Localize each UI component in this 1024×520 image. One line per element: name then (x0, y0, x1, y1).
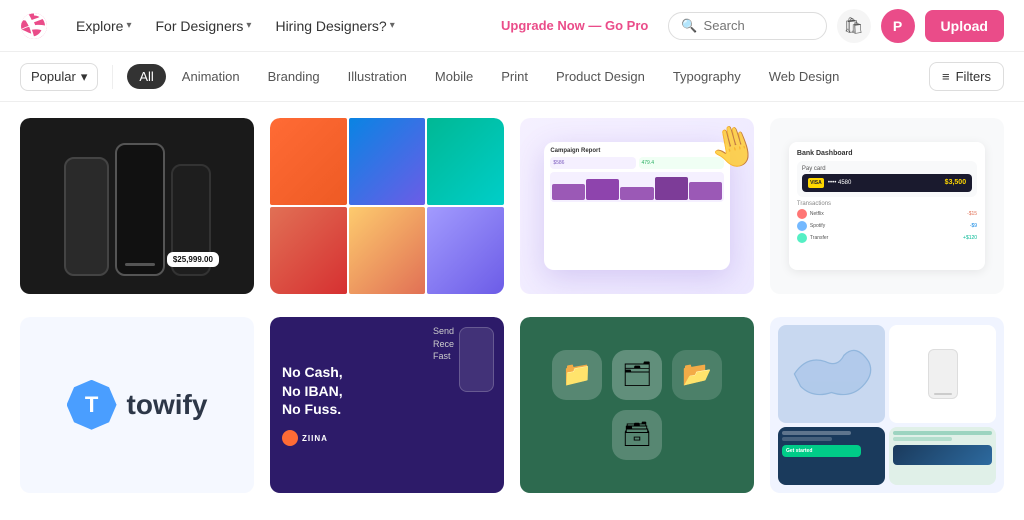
card-netguru[interactable]: Get started N Netguru TEAM 💬 (770, 317, 1004, 500)
card-info: B Balkan Brothers TEAM 💬 2 ♥ 165 (270, 493, 504, 501)
header-right: Upgrade Now — Go Pro 🔍 🛍 P Upload (491, 9, 1004, 43)
card-thumbnail: T towify (20, 317, 254, 493)
card-info: N Netguru TEAM 💬 10 ♥ 187 (770, 493, 1004, 501)
card-info: C Cuberto TEAM 💬 23 ♥ 352 (20, 294, 254, 302)
card-thumbnail: Bank Dashboard Pay card VISA •••• 4580 $… (770, 118, 1004, 294)
shots-grid: $25,999.00 C Cuberto TEAM 💬 23 ♥ 352 (0, 102, 1024, 516)
logo[interactable] (20, 12, 48, 40)
card-info: S Sunday TEAM 💬 11 ♥ 212 (770, 294, 1004, 302)
tag-product-design[interactable]: Product Design (544, 64, 657, 89)
tag-print[interactable]: Print (489, 64, 540, 89)
main-header: Explore ▾ For Designers ▾ Hiring Designe… (0, 0, 1024, 52)
filter-bar: Popular ▾ All Animation Branding Illustr… (0, 52, 1024, 102)
avatar[interactable]: P (881, 9, 915, 43)
tag-animation[interactable]: Animation (170, 64, 252, 89)
main-nav: Explore ▾ For Designers ▾ Hiring Designe… (66, 12, 405, 40)
card-info: F Focus Lab TEAM 💬 1 ♥ 139 (270, 294, 504, 302)
search-icon: 🔍 (681, 18, 697, 34)
search-input[interactable] (704, 18, 814, 33)
filter-icon: ≡ (942, 69, 950, 84)
card-ui8[interactable]: Campaign Report $586 479.4 🤚 (520, 118, 754, 301)
tag-branding[interactable]: Branding (256, 64, 332, 89)
card-info: U UI8 TEAM 💬 16 ♥ 404 (520, 294, 754, 302)
filter-tags: All Animation Branding Illustration Mobi… (127, 64, 921, 89)
upgrade-button[interactable]: Upgrade Now — Go Pro (491, 12, 658, 39)
card-focuslab[interactable]: F Focus Lab TEAM 💬 1 ♥ 139 (270, 118, 504, 301)
card-cuberto[interactable]: $25,999.00 C Cuberto TEAM 💬 23 ♥ 352 (20, 118, 254, 301)
dribbble-logo-icon (20, 12, 48, 40)
card-thumbnail: No Cash,No IBAN,No Fuss. ZIINA SendReceF… (270, 317, 504, 493)
card-info: D Dmitry Lepisov PRO 💬 7 ♥ 164 (20, 493, 254, 501)
tag-mobile[interactable]: Mobile (423, 64, 485, 89)
card-thumbnail (270, 118, 504, 294)
nav-explore[interactable]: Explore ▾ (66, 12, 142, 40)
card-sunday[interactable]: Bank Dashboard Pay card VISA •••• 4580 $… (770, 118, 1004, 301)
card-paperpillar[interactable]: 📁 🗂 📂 🗃 P Paperpillar TEAM 💬 12 ♥ (520, 317, 754, 500)
chevron-down-icon: ▾ (246, 20, 251, 31)
popular-select[interactable]: Popular ▾ (20, 63, 98, 91)
tag-illustration[interactable]: Illustration (336, 64, 419, 89)
bell-icon: 🛍 (843, 16, 863, 36)
card-ziina[interactable]: No Cash,No IBAN,No Fuss. ZIINA SendReceF… (270, 317, 504, 500)
nav-for-designers[interactable]: For Designers ▾ (146, 12, 262, 40)
tag-typography[interactable]: Typography (661, 64, 753, 89)
chevron-down-icon: ▾ (390, 20, 395, 31)
separator (112, 65, 113, 89)
card-thumbnail: $25,999.00 (20, 118, 254, 294)
card-thumbnail: Get started (770, 317, 1004, 493)
tag-web-design[interactable]: Web Design (757, 64, 852, 89)
card-thumbnail: Campaign Report $586 479.4 🤚 (520, 118, 754, 294)
card-info: P Paperpillar TEAM 💬 12 ♥ 289 (520, 493, 754, 501)
tag-all[interactable]: All (127, 64, 165, 89)
card-towify[interactable]: T towify D Dmitry Lepisov PRO 💬 7 ♥ 164 (20, 317, 254, 500)
card-thumbnail: 📁 🗂 📂 🗃 (520, 317, 754, 493)
upload-button[interactable]: Upload (925, 10, 1004, 42)
search-box[interactable]: 🔍 (668, 12, 826, 40)
chevron-down-icon: ▾ (81, 69, 88, 85)
filters-button[interactable]: ≡ Filters (929, 62, 1004, 91)
nav-hiring[interactable]: Hiring Designers? ▾ (265, 12, 404, 40)
chevron-down-icon: ▾ (126, 20, 131, 31)
notifications-button[interactable]: 🛍 (837, 9, 871, 43)
